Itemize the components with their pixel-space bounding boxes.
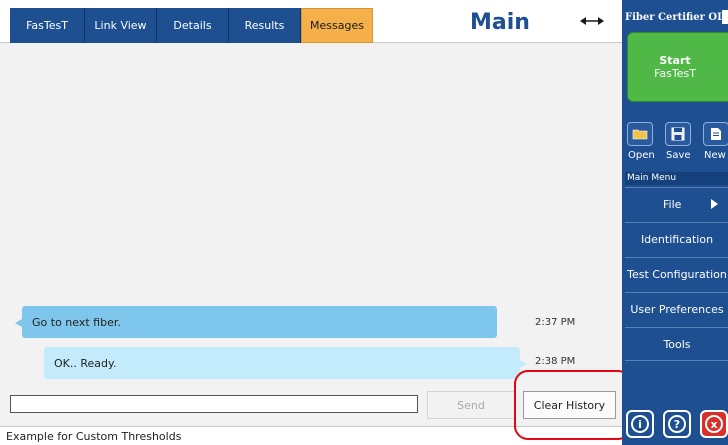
new-label: New: [704, 150, 726, 161]
clear-history-button[interactable]: Clear History: [523, 391, 616, 419]
menu-item-tools[interactable]: Tools: [625, 327, 728, 361]
menu-item-file[interactable]: File: [625, 187, 728, 221]
floppy-disk-icon: [671, 127, 685, 141]
composer: Send Clear History: [0, 384, 622, 426]
tab-bar: FasTesT Link View Details Results Messag…: [0, 0, 622, 43]
status-text: Example for Custom Thresholds: [6, 429, 182, 443]
menu-item-label: File: [663, 198, 682, 211]
start-button[interactable]: Start FasTesT: [627, 32, 728, 102]
close-button[interactable]: x: [700, 410, 728, 438]
menu-item-user-preferences[interactable]: User Preferences: [625, 292, 728, 326]
messages-area: Go to next fiber. 2:37 PM OK.. Ready. 2:…: [0, 44, 622, 384]
new-document-icon: [711, 128, 721, 140]
open-label: Open: [628, 150, 655, 161]
tab-link-view[interactable]: Link View: [85, 8, 157, 43]
main-area: FasTesT Link View Details Results Messag…: [0, 0, 622, 445]
save-label: Save: [666, 150, 691, 161]
title-marker: [722, 10, 728, 24]
info-icon: i: [631, 415, 649, 433]
start-sublabel: FasTesT: [654, 67, 696, 80]
message-input[interactable]: [10, 395, 418, 413]
menu-item-identification[interactable]: Identification: [625, 222, 728, 256]
status-bar: Example for Custom Thresholds: [0, 426, 622, 445]
new-button[interactable]: [703, 122, 728, 146]
help-icon: ?: [668, 415, 686, 433]
menu-item-test-configuration[interactable]: Test Configuration: [625, 257, 728, 291]
info-button[interactable]: i: [626, 410, 654, 438]
tab-details[interactable]: Details: [157, 8, 229, 43]
close-icon: x: [705, 415, 723, 433]
tab-messages[interactable]: Messages: [301, 8, 373, 43]
tab-results[interactable]: Results: [229, 8, 301, 43]
folder-icon: [632, 129, 648, 140]
app-title: Fiber Certifier OLTS: [625, 12, 728, 23]
send-button[interactable]: Send: [427, 391, 515, 419]
message-bubble-outgoing: OK.. Ready.: [44, 347, 527, 379]
message-time: 2:38 PM: [535, 356, 576, 367]
start-label: Start: [659, 54, 691, 67]
message-text: OK.. Ready.: [54, 356, 117, 370]
message-text: Go to next fiber.: [32, 315, 121, 329]
menu-header: Main Menu: [625, 172, 728, 185]
message-time: 2:37 PM: [535, 317, 576, 328]
double-arrow-icon[interactable]: [580, 14, 604, 28]
message-bubble-incoming: Go to next fiber.: [15, 306, 497, 338]
save-button[interactable]: [665, 122, 691, 146]
view-title: Main: [470, 10, 530, 35]
help-button[interactable]: ?: [663, 410, 691, 438]
side-panel: Fiber Certifier OLTS Start FasTesT Open …: [622, 0, 728, 445]
submenu-arrow-icon: [711, 199, 718, 209]
tab-fastest[interactable]: FasTesT: [10, 8, 85, 43]
open-button[interactable]: [627, 122, 653, 146]
